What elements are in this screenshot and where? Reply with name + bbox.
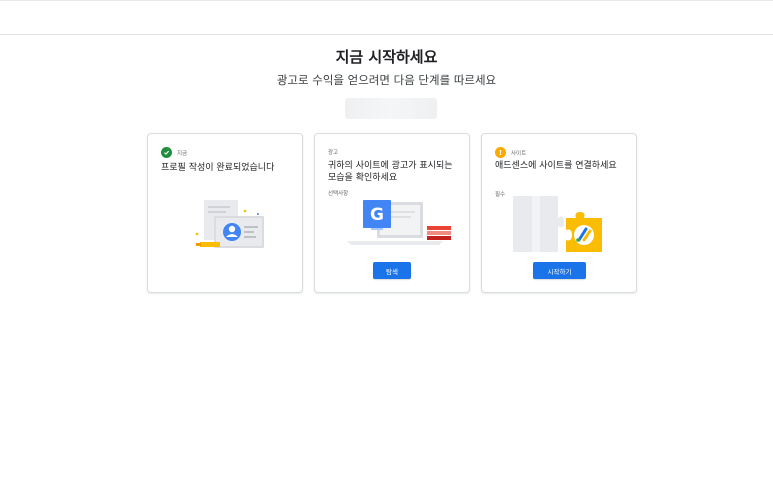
- top-app-bar: [0, 0, 773, 35]
- check-circle-icon: [161, 147, 172, 158]
- puzzle-illustration: [513, 196, 602, 252]
- site-url-placeholder: [345, 98, 437, 119]
- card-eyebrow: 광고: [328, 148, 338, 156]
- optional-tag: 선택사항: [328, 191, 349, 197]
- page-subtitle: 광고로 수익을 얻으려면 다음 단계를 따르세요: [276, 73, 497, 87]
- card-eyebrow: 지금: [161, 147, 187, 158]
- explore-button[interactable]: 탐색: [373, 262, 411, 279]
- card-eyebrow: ! 사이트: [495, 147, 526, 158]
- card-title: 프로필 작성이 완료되었습니다: [161, 163, 275, 173]
- card-eyebrow-label: 광고: [328, 150, 339, 156]
- ad-preview-step-card: 광고 귀하의 사이트에 광고가 표시되는 모습을 확인하세요 선택사항 G 탐색: [314, 133, 470, 293]
- site-step-card: ! 사이트 애드센스에 사이트를 연결하세요 필수 시작하기: [481, 133, 637, 293]
- card-eyebrow-label: 사이트: [511, 150, 527, 157]
- required-tag: 필수: [495, 192, 506, 198]
- card-eyebrow-label: 지금: [177, 150, 188, 157]
- laptop-ads-illustration: G: [347, 200, 451, 245]
- card-title: 애드센스에 사이트를 연결하세요: [495, 161, 617, 171]
- alert-circle-icon: !: [495, 147, 506, 158]
- profile-step-card: 지금 프로필 작성이 완료되었습니다: [147, 133, 303, 293]
- card-title: 귀하의 사이트에 광고가 표시되는 모습을 확인하세요: [328, 161, 453, 183]
- profile-illustration: [195, 200, 264, 248]
- page-title: 지금 시작하세요: [335, 48, 438, 66]
- svg-text:G: G: [370, 205, 384, 225]
- get-started-button[interactable]: 시작하기: [533, 262, 586, 279]
